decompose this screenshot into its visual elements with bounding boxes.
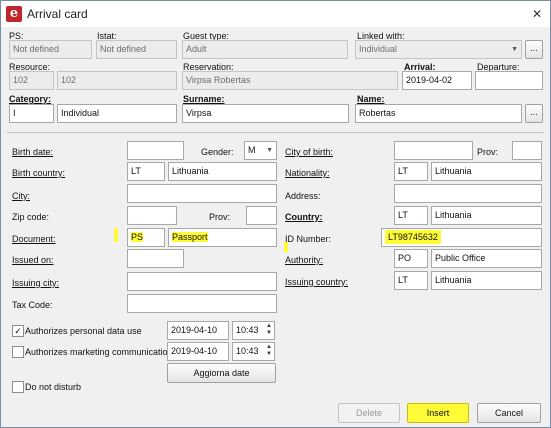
country-code-field[interactable]: LT — [394, 206, 428, 225]
linked-with-browse-button[interactable]: ... — [525, 40, 543, 59]
issuing-country-field[interactable]: Lithuania — [431, 271, 542, 290]
marketing-label: Authorizes marketing communications — [25, 347, 178, 357]
spinner-icon[interactable]: ▲ ▼ — [265, 344, 273, 359]
highlight-mark — [114, 228, 118, 242]
document-code-field[interactable]: PS — [127, 228, 165, 247]
tax-code-field[interactable] — [127, 294, 277, 313]
name-label: Name: — [357, 94, 385, 104]
category-label: Category: — [9, 94, 52, 104]
authority-code-field[interactable]: PO — [394, 249, 428, 268]
update-dates-button[interactable]: Aggiorna date — [167, 363, 276, 383]
nationality-code-field[interactable]: LT — [394, 162, 428, 181]
gender-select[interactable]: M ▼ — [244, 141, 277, 160]
spinner-icon[interactable]: ▲ ▼ — [265, 323, 273, 338]
linked-with-value: Individual — [359, 44, 398, 54]
prov-birth-label: Prov: — [477, 147, 499, 157]
personal-data-checkbox[interactable]: ✓ — [12, 325, 24, 337]
arrival-date-field[interactable]: 2019-04-02 — [402, 71, 472, 90]
prov-label: Prov: — [209, 212, 231, 222]
issued-on-field[interactable] — [127, 249, 184, 268]
birth-country-code-field[interactable]: LT — [127, 162, 165, 181]
name-browse-button[interactable]: ... — [525, 104, 543, 123]
city-field[interactable] — [127, 184, 277, 203]
issued-on-label: Issued on: — [12, 255, 54, 265]
document-value: Passport — [172, 232, 208, 242]
linked-with-select[interactable]: Individual ▼ — [355, 40, 522, 59]
id-number-value: LT98745632 — [385, 230, 441, 244]
close-icon[interactable]: ✕ — [530, 7, 544, 21]
country-field[interactable]: Lithuania — [431, 206, 542, 225]
chevron-down-icon: ▼ — [266, 147, 273, 154]
departure-date-field[interactable] — [475, 71, 543, 90]
section-divider — [7, 132, 544, 133]
istat-field[interactable]: Not defined — [96, 40, 177, 59]
personal-time-field[interactable]: 10:43 ▲ ▼ — [232, 321, 275, 340]
prov-birth-field[interactable] — [512, 141, 542, 160]
name-field[interactable]: Robertas — [355, 104, 522, 123]
insert-button[interactable]: Insert — [407, 403, 469, 423]
category-field[interactable]: Individual — [57, 104, 177, 123]
app-logo-icon: e — [6, 6, 22, 22]
issuing-city-label: Issuing city: — [12, 278, 60, 288]
zip-code-label: Zip code: — [12, 212, 50, 222]
category-code-field[interactable]: I — [9, 104, 54, 123]
zip-code-field[interactable] — [127, 206, 177, 225]
title-bar: e Arrival card ✕ — [1, 1, 550, 27]
nationality-field[interactable]: Lithuania — [431, 162, 542, 181]
address-label: Address: — [285, 191, 321, 201]
personal-date-field[interactable]: 2019-04-10 — [167, 321, 229, 340]
marketing-checkbox[interactable] — [12, 346, 24, 358]
do-not-disturb-checkbox[interactable] — [12, 381, 24, 393]
city-of-birth-label: City of birth: — [285, 147, 334, 157]
city-label: City: — [12, 191, 30, 201]
document-label: Document: — [12, 234, 56, 244]
prov-field[interactable] — [246, 206, 277, 225]
ps-field[interactable]: Not defined — [9, 40, 92, 59]
id-number-label: ID Number: — [285, 234, 332, 244]
chevron-down-icon: ▼ — [511, 46, 518, 53]
personal-time-value: 10:43 — [236, 325, 259, 335]
resource-field[interactable]: 102 — [57, 71, 177, 90]
document-field[interactable]: Passport — [168, 228, 277, 247]
window-title: Arrival card — [27, 7, 88, 21]
issuing-city-field[interactable] — [127, 272, 277, 291]
issuing-country-code-field[interactable]: LT — [394, 271, 428, 290]
marketing-date-field[interactable]: 2019-04-10 — [167, 342, 229, 361]
guest-type-field[interactable]: Adult — [182, 40, 348, 59]
issuing-country-label: Issuing country: — [285, 277, 349, 287]
authority-field[interactable]: Public Office — [431, 249, 542, 268]
do-not-disturb-label: Do not disturb — [25, 382, 82, 392]
marketing-time-field[interactable]: 10:43 ▲ ▼ — [232, 342, 275, 361]
birth-country-field[interactable]: Lithuania — [168, 162, 277, 181]
country-label: Country: — [285, 212, 323, 222]
surname-label: Surname: — [183, 94, 225, 104]
id-number-field[interactable]: LT98745632 — [381, 228, 542, 247]
tax-code-label: Tax Code: — [12, 300, 53, 310]
authority-label: Authority: — [285, 255, 324, 265]
gender-label: Gender: — [201, 147, 234, 157]
birth-country-label: Birth country: — [12, 168, 66, 178]
birth-date-field[interactable] — [127, 141, 184, 160]
gender-value: M — [248, 145, 256, 155]
delete-button[interactable]: Delete — [338, 403, 400, 423]
nationality-label: Nationality: — [285, 168, 330, 178]
arrival-card-window: e Arrival card ✕ PS: Not defined Istat: … — [0, 0, 551, 428]
reservation-field[interactable]: Virpsa Robertas — [182, 71, 398, 90]
personal-data-label: Authorizes personal data use — [25, 326, 142, 336]
cancel-button[interactable]: Cancel — [477, 403, 541, 423]
document-code-value: PS — [131, 232, 144, 242]
resource-code-field[interactable]: 102 — [9, 71, 54, 90]
birth-date-label: Birth date: — [12, 147, 54, 157]
city-of-birth-field[interactable] — [394, 141, 473, 160]
highlight-mark — [284, 242, 288, 252]
address-field[interactable] — [394, 184, 542, 203]
surname-field[interactable]: Virpsa — [182, 104, 349, 123]
marketing-time-value: 10:43 — [236, 346, 259, 356]
